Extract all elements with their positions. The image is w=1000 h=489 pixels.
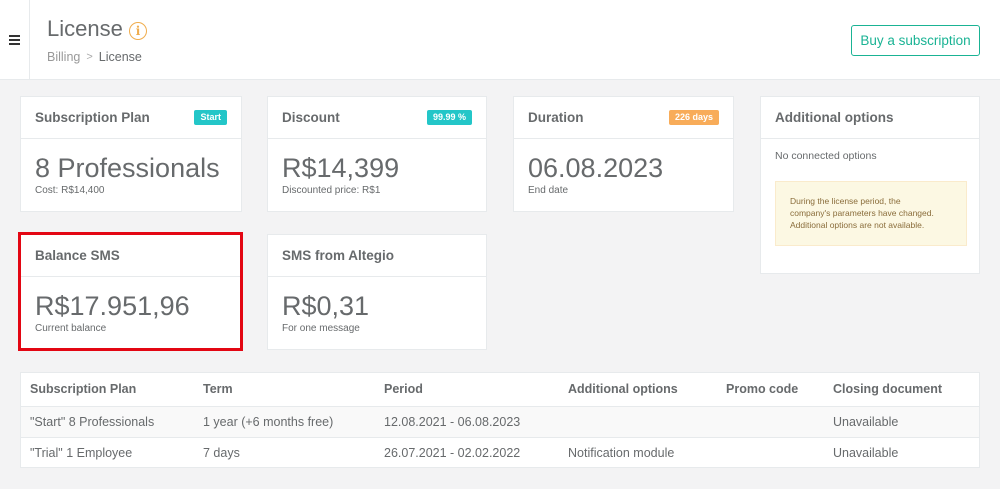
top-bar: License i Billing > License Buy a subscr… <box>0 0 1000 80</box>
end-date-label: End date <box>528 185 569 196</box>
table-cell: 12.08.2021 - 06.08.2023 <box>375 406 559 438</box>
sms-price-label: For one message <box>282 323 360 334</box>
column-header: Period <box>375 373 559 407</box>
table-row: "Trial" 1 Employee 7 days 26.07.2021 - 0… <box>21 437 979 468</box>
column-header: Closing document <box>824 373 979 407</box>
plan-value: 8 Professionals <box>35 153 220 183</box>
table-row: "Start" 8 Professionals 1 year (+6 month… <box>21 406 979 438</box>
column-header: Subscription Plan <box>21 373 194 407</box>
discounted-price: Discounted price: R$1 <box>282 185 381 196</box>
page-title: License <box>47 16 123 41</box>
warning-line: During the license period, the <box>790 196 901 206</box>
subscription-plan-card: Subscription Plan Start 8 Professionals … <box>20 96 242 212</box>
duration-card: Duration 226 days 06.08.2023 End date <box>513 96 734 212</box>
card-header: SMS from Altegio <box>268 235 486 277</box>
breadcrumb-billing-link[interactable]: Billing <box>47 50 80 64</box>
discount-value: R$14,399 <box>282 153 400 183</box>
hamburger-menu-icon[interactable] <box>0 0 30 80</box>
table-cell <box>717 437 824 468</box>
card-header: Additional options <box>761 97 979 139</box>
balance-sms-card: Balance SMS R$17.951,96 Current balance <box>20 234 242 350</box>
table-cell <box>717 406 824 438</box>
card-header: Discount 99.99 % <box>268 97 486 139</box>
table-cell <box>559 406 717 438</box>
table-header-row: Subscription Plan Term Period Additional… <box>21 373 979 407</box>
column-header: Promo code <box>717 373 824 407</box>
table-cell: Notification module <box>568 445 675 460</box>
table-cell: "Start" 8 Professionals <box>21 406 194 438</box>
card-header: Subscription Plan Start <box>21 97 241 139</box>
duration-badge: 226 days <box>668 110 719 125</box>
table-cell: Unavailable <box>833 445 899 460</box>
warning-line: company's parameters have changed. <box>790 208 934 218</box>
breadcrumb-current: License <box>98 50 142 64</box>
chevron-right-icon: > <box>86 51 93 63</box>
table-cell: 7 days <box>203 445 240 460</box>
no-options-text: No connected options <box>775 150 877 162</box>
buy-subscription-button[interactable]: Buy a subscription <box>851 25 980 56</box>
card-title: Duration <box>528 110 584 125</box>
info-icon[interactable]: i <box>129 22 147 40</box>
card-title: Balance SMS <box>35 248 120 263</box>
additional-options-card: Additional options No connected options … <box>760 96 980 274</box>
card-header: Balance SMS <box>21 235 241 277</box>
discount-badge: 99.99 % <box>426 110 472 125</box>
warning-line: Additional options are not available. <box>790 220 925 230</box>
sms-price-value: R$0,31 <box>282 291 370 321</box>
card-title: SMS from Altegio <box>282 248 395 263</box>
card-header: Duration 226 days <box>514 97 733 139</box>
card-title: Discount <box>282 110 340 125</box>
card-title: Additional options <box>775 110 894 125</box>
sms-price-card: SMS from Altegio R$0,31 For one message <box>267 234 487 350</box>
card-title: Subscription Plan <box>35 110 150 125</box>
discount-card: Discount 99.99 % R$14,399 Discounted pri… <box>267 96 487 212</box>
table-cell: "Trial" 1 Employee <box>30 445 133 460</box>
table-cell: 26.07.2021 - 02.02.2022 <box>384 445 521 460</box>
plan-badge: Start <box>194 110 227 125</box>
breadcrumb: Billing > License <box>47 50 142 64</box>
subscriptions-table: Subscription Plan Term Period Additional… <box>20 372 980 468</box>
warning-alert: During the license period, the company's… <box>775 181 967 246</box>
end-date-value: 06.08.2023 <box>528 153 664 183</box>
column-header: Term <box>194 373 375 407</box>
sms-balance-value: R$17.951,96 <box>35 291 190 321</box>
sms-balance-label: Current balance <box>35 323 107 334</box>
plan-cost: Cost: R$14,400 <box>35 185 105 196</box>
table-cell: Unavailable <box>824 406 979 438</box>
table-cell: 1 year (+6 months free) <box>194 406 375 438</box>
column-header: Additional options <box>559 373 717 407</box>
